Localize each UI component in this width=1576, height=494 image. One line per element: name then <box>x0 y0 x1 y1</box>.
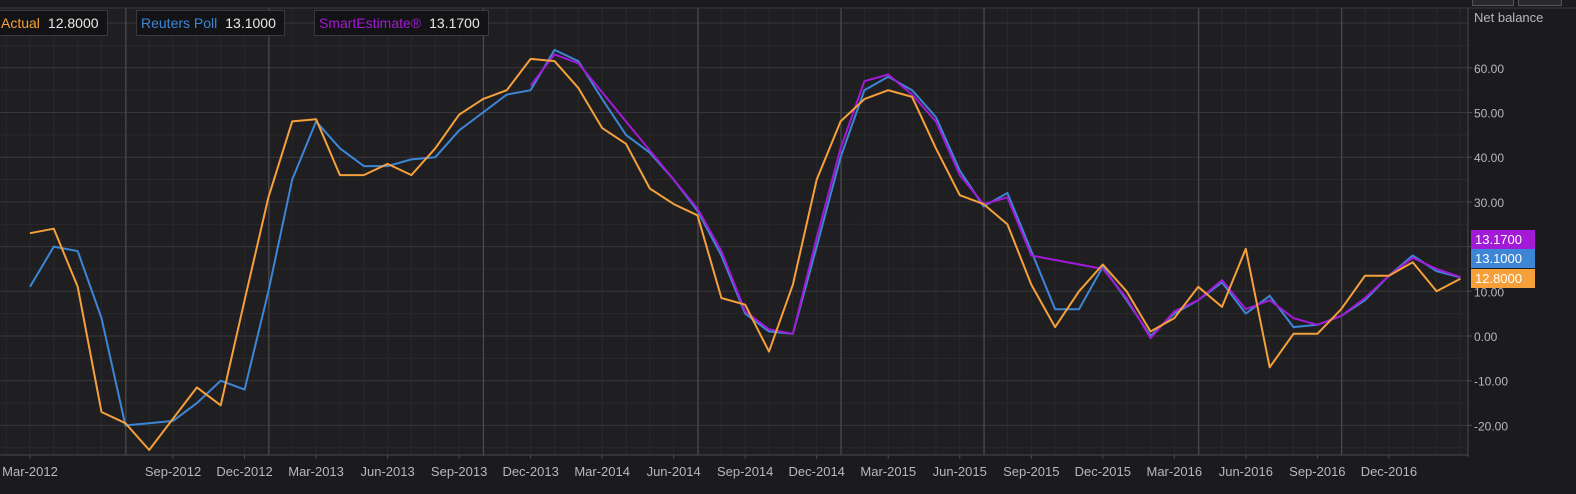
x-tick-label: Jun-2015 <box>933 464 987 479</box>
x-tick-label: Sep-2014 <box>717 464 773 479</box>
legend-actual[interactable]: Actual 12.8000 <box>0 10 108 36</box>
y-axis-unit-label: Net balance <box>1474 10 1544 25</box>
x-tick-label: Dec-2013 <box>502 464 558 479</box>
x-tick-label: Mar-2013 <box>288 464 344 479</box>
legend-smart-value: 13.1700 <box>429 15 480 31</box>
toolbar-tab[interactable] <box>1518 0 1562 6</box>
x-tick-label: Mar-2016 <box>1146 464 1202 479</box>
x-tick-label: Sep-2012 <box>145 464 201 479</box>
x-tick-label: Jun-2014 <box>647 464 701 479</box>
legend-smart[interactable]: SmartEstimate® 13.1700 <box>314 10 489 36</box>
actual-last-value-badge: 12.8000 <box>1471 269 1535 288</box>
x-tick-label: Mar-2014 <box>574 464 630 479</box>
legend-actual-value: 12.8000 <box>47 15 99 31</box>
legend-reuters-name: Reuters Poll <box>141 15 218 31</box>
x-tick-label: Jun-2013 <box>360 464 414 479</box>
y-tick-label: -20.00 <box>1474 419 1508 433</box>
x-tick-label: Dec-2014 <box>789 464 845 479</box>
legend-reuters[interactable]: Reuters Poll 13.1000 <box>136 10 285 36</box>
smart-last-value-badge: 13.1700 <box>1471 230 1535 249</box>
x-tick-label: Sep-2015 <box>1003 464 1059 479</box>
reuters-last-value-badge: 13.1000 <box>1471 249 1535 268</box>
plot-area <box>0 8 1468 455</box>
x-tick-label: Mar-2015 <box>860 464 916 479</box>
x-tick-label: Dec-2016 <box>1361 464 1417 479</box>
y-tick-label: 50.00 <box>1474 107 1504 121</box>
x-tick-label: Sep-2016 <box>1289 464 1345 479</box>
line-chart: -20.00-10.000.0010.0020.0030.0040.0050.0… <box>0 7 1576 479</box>
y-tick-label: 30.00 <box>1474 196 1504 210</box>
y-tick-label: 60.00 <box>1474 62 1504 76</box>
legend-smart-name: SmartEstimate® <box>319 15 422 31</box>
x-tick-label: Dec-2015 <box>1075 464 1131 479</box>
chart-panel: -20.00-10.000.0010.0020.0030.0040.0050.0… <box>0 0 1576 494</box>
x-tick-label: Mar-2012 <box>2 464 58 479</box>
toolbar-tab[interactable] <box>1472 0 1514 6</box>
y-tick-label: 40.00 <box>1474 151 1504 165</box>
y-tick-label: -10.00 <box>1474 375 1508 389</box>
legend-reuters-value: 13.1000 <box>225 15 276 31</box>
x-tick-label: Jun-2016 <box>1219 464 1273 479</box>
y-tick-label: 0.00 <box>1474 330 1498 344</box>
legend-actual-name: Actual <box>1 15 40 31</box>
x-tick-label: Sep-2013 <box>431 464 487 479</box>
x-tick-label: Dec-2012 <box>216 464 272 479</box>
